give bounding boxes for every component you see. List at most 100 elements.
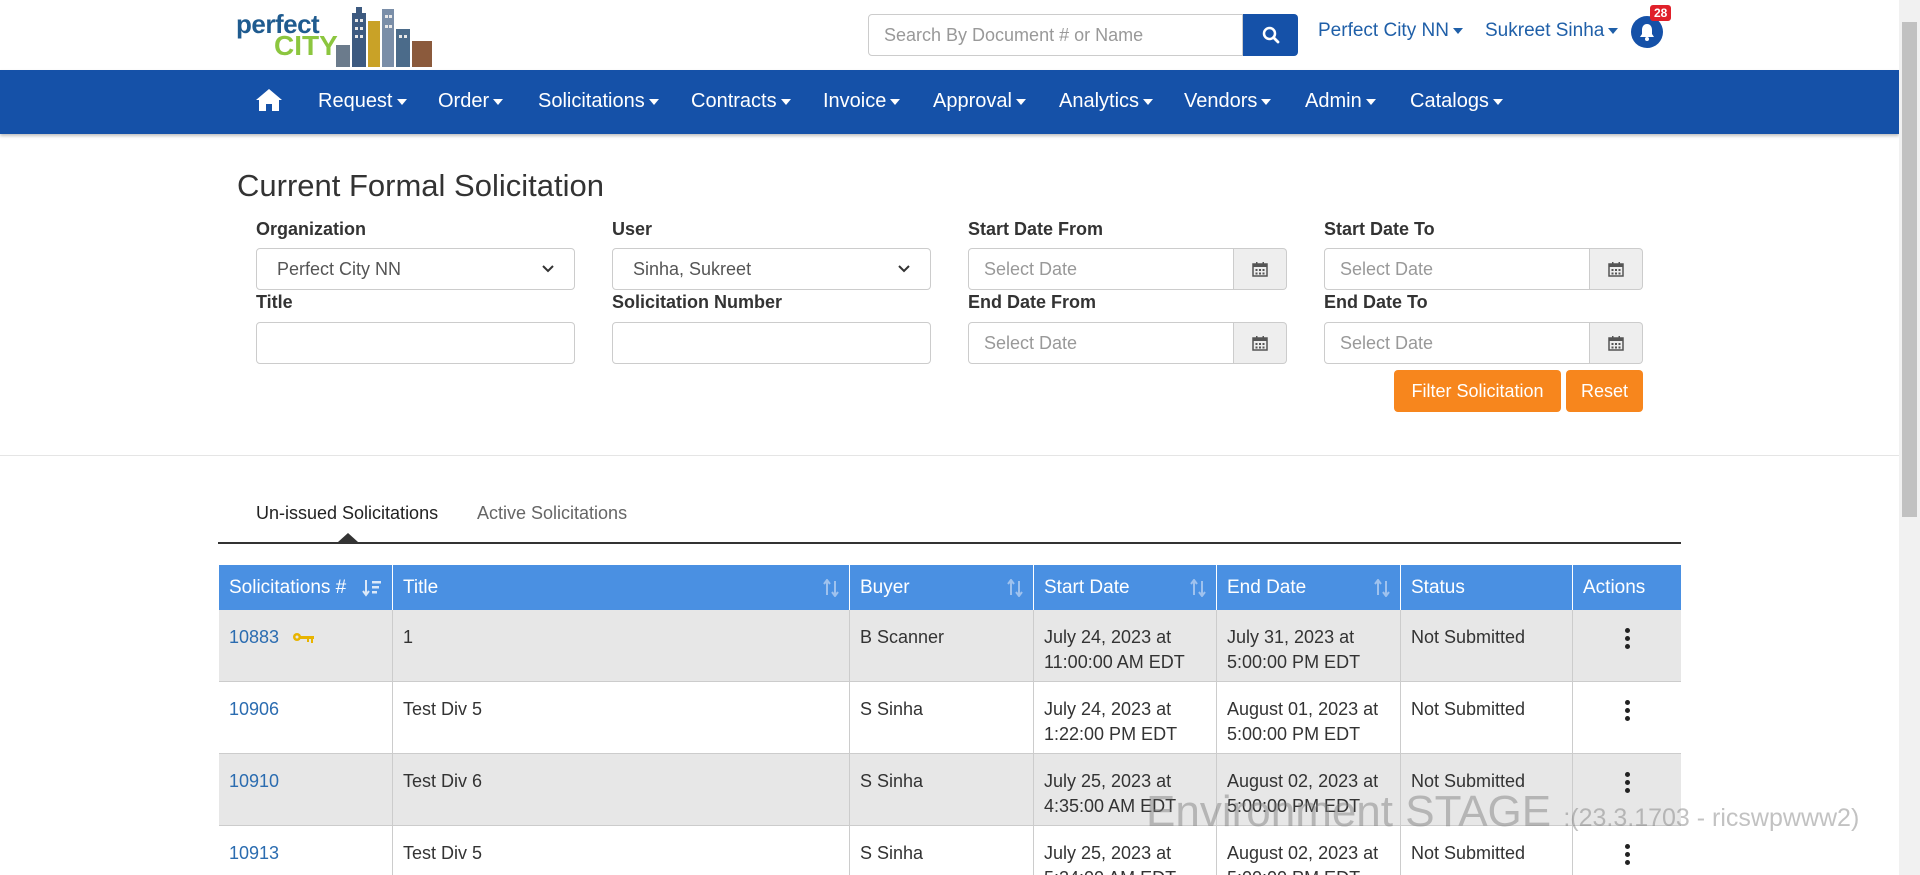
nav-vendors[interactable]: Vendors xyxy=(1184,90,1272,113)
more-actions-icon[interactable] xyxy=(1583,841,1671,865)
col-buyer-label: Buyer xyxy=(860,576,910,598)
solicitation-number-link[interactable]: 10910 xyxy=(229,771,279,791)
start-date-to-field: Select Date xyxy=(1324,248,1643,290)
filter-solicitation-button[interactable]: Filter Solicitation xyxy=(1394,370,1561,412)
end-date-to-input[interactable]: Select Date xyxy=(1324,322,1590,364)
title-label: Title xyxy=(256,292,293,312)
calendar-icon xyxy=(1608,336,1624,351)
end-date-line1: August 01, 2023 at xyxy=(1227,699,1379,719)
start-date-line2: 1:22:00 PM EDT xyxy=(1044,724,1178,744)
user-dropdown[interactable]: Sukreet Sinha xyxy=(1485,20,1619,42)
col-solicitation-number-header[interactable]: Solicitations # xyxy=(219,565,393,610)
end-date-line1: July 31, 2023 at xyxy=(1227,627,1355,647)
page-title: Current Formal Solicitation xyxy=(237,168,604,203)
caret-down-icon xyxy=(1015,98,1026,105)
cell-title: Test Div 5 xyxy=(393,826,850,875)
nav-catalogs[interactable]: Catalogs xyxy=(1410,90,1503,113)
end-date-to-calendar-button[interactable] xyxy=(1590,322,1643,364)
solicitation-number-link[interactable]: 10906 xyxy=(229,699,279,719)
nav-contracts-label: Contracts xyxy=(691,90,777,112)
key-icon xyxy=(293,633,315,644)
col-solicitation-number-label: Solicitations # xyxy=(229,576,347,598)
caret-down-icon xyxy=(493,98,504,105)
nav-order-label: Order xyxy=(438,90,490,112)
tab-unissued-solicitations[interactable]: Un-issued Solicitations xyxy=(256,503,438,524)
global-search xyxy=(868,14,1298,56)
cell-end-date: August 01, 2023 at 5:00:00 PM EDT xyxy=(1217,682,1401,753)
nav-solicitations[interactable]: Solicitations xyxy=(538,90,659,113)
col-buyer-header[interactable]: Buyer xyxy=(850,565,1034,610)
cell-actions xyxy=(1573,610,1681,681)
cell-actions xyxy=(1573,682,1681,753)
end-date-from-calendar-button[interactable] xyxy=(1234,322,1287,364)
nav-admin-label: Admin xyxy=(1305,90,1362,112)
nav-admin[interactable]: Admin xyxy=(1305,90,1376,113)
tab-active-solicitations[interactable]: Active Solicitations xyxy=(477,503,627,524)
cell-buyer: S Sinha xyxy=(850,754,1034,825)
solicitation-number-input[interactable] xyxy=(612,322,931,364)
cell-start-date: July 24, 2023 at 11:00:00 AM EDT xyxy=(1034,610,1217,681)
col-start-date-header[interactable]: Start Date xyxy=(1034,565,1217,610)
user-select-value: Sinha, Sukreet xyxy=(633,258,752,279)
nav-invoice[interactable]: Invoice xyxy=(823,90,901,113)
chevron-down-icon xyxy=(542,265,554,273)
end-date-from-input[interactable]: Select Date xyxy=(968,322,1234,364)
user-label: User xyxy=(612,219,653,239)
col-actions-header: Actions xyxy=(1573,565,1681,610)
reset-button[interactable]: Reset xyxy=(1566,370,1643,412)
sort-icon xyxy=(1374,578,1390,597)
nav-analytics[interactable]: Analytics xyxy=(1059,90,1154,113)
environment-version: :(23.3.1703 - ricswpwww2) xyxy=(1563,804,1860,832)
nav-order[interactable]: Order xyxy=(438,90,504,113)
title-input[interactable] xyxy=(256,322,575,364)
end-date-line1: August 02, 2023 at xyxy=(1227,843,1379,863)
solicitation-number-link[interactable]: 10883 xyxy=(229,627,279,647)
cell-title: 1 xyxy=(393,610,850,681)
perfect-city-logo[interactable]: perfect CITY xyxy=(236,3,436,67)
start-date-from-field: Select Date xyxy=(968,248,1287,290)
search-icon xyxy=(1262,26,1279,44)
organization-select[interactable]: Perfect City NN xyxy=(256,248,575,290)
start-date-to-label: Start Date To xyxy=(1324,219,1435,239)
cell-solicitation-number: 10906 xyxy=(219,682,393,753)
col-status-header: Status xyxy=(1401,565,1573,610)
cell-buyer: S Sinha xyxy=(850,826,1034,875)
start-date-from-input[interactable]: Select Date xyxy=(968,248,1234,290)
cell-solicitation-number: 10913 xyxy=(219,826,393,875)
user-select[interactable]: Sinha, Sukreet xyxy=(612,248,931,290)
page-scrollbar-thumb[interactable] xyxy=(1902,22,1917,517)
bell-icon xyxy=(1640,24,1654,41)
start-date-from-label: Start Date From xyxy=(968,219,1104,239)
start-date-to-calendar-button[interactable] xyxy=(1590,248,1643,290)
table-row: 10906 Test Div 5 S Sinha July 24, 2023 a… xyxy=(219,682,1681,754)
home-button[interactable] xyxy=(255,88,283,117)
col-end-date-label: End Date xyxy=(1227,576,1307,598)
more-actions-icon[interactable] xyxy=(1583,625,1671,649)
calendar-icon xyxy=(1252,336,1268,351)
nav-request[interactable]: Request xyxy=(318,90,407,113)
caret-down-icon xyxy=(1608,27,1619,34)
caret-down-icon xyxy=(1492,98,1503,105)
search-button[interactable] xyxy=(1243,14,1298,56)
cell-buyer: B Scanner xyxy=(850,610,1034,681)
solicitation-number-label: Solicitation Number xyxy=(612,292,783,312)
more-actions-icon[interactable] xyxy=(1583,697,1671,721)
col-actions-label: Actions xyxy=(1583,576,1646,598)
start-date-from-calendar-button[interactable] xyxy=(1234,248,1287,290)
sort-icon xyxy=(823,578,839,597)
org-dropdown[interactable]: Perfect City NN xyxy=(1318,20,1463,42)
cell-status: Not Submitted xyxy=(1401,610,1573,681)
sort-icon xyxy=(1190,578,1206,597)
col-end-date-header[interactable]: End Date xyxy=(1217,565,1401,610)
col-title-header[interactable]: Title xyxy=(393,565,850,610)
logo-text: perfect CITY xyxy=(236,11,338,60)
calendar-icon xyxy=(1608,262,1624,277)
solicitation-number-link[interactable]: 10913 xyxy=(229,843,279,863)
nav-catalogs-label: Catalogs xyxy=(1410,90,1489,112)
calendar-icon xyxy=(1252,262,1268,277)
nav-approval[interactable]: Approval xyxy=(933,90,1026,113)
search-input[interactable] xyxy=(868,14,1243,56)
nav-contracts[interactable]: Contracts xyxy=(691,90,791,113)
start-date-to-input[interactable]: Select Date xyxy=(1324,248,1590,290)
end-date-line2: 5:00:00 PM EDT xyxy=(1227,866,1390,875)
